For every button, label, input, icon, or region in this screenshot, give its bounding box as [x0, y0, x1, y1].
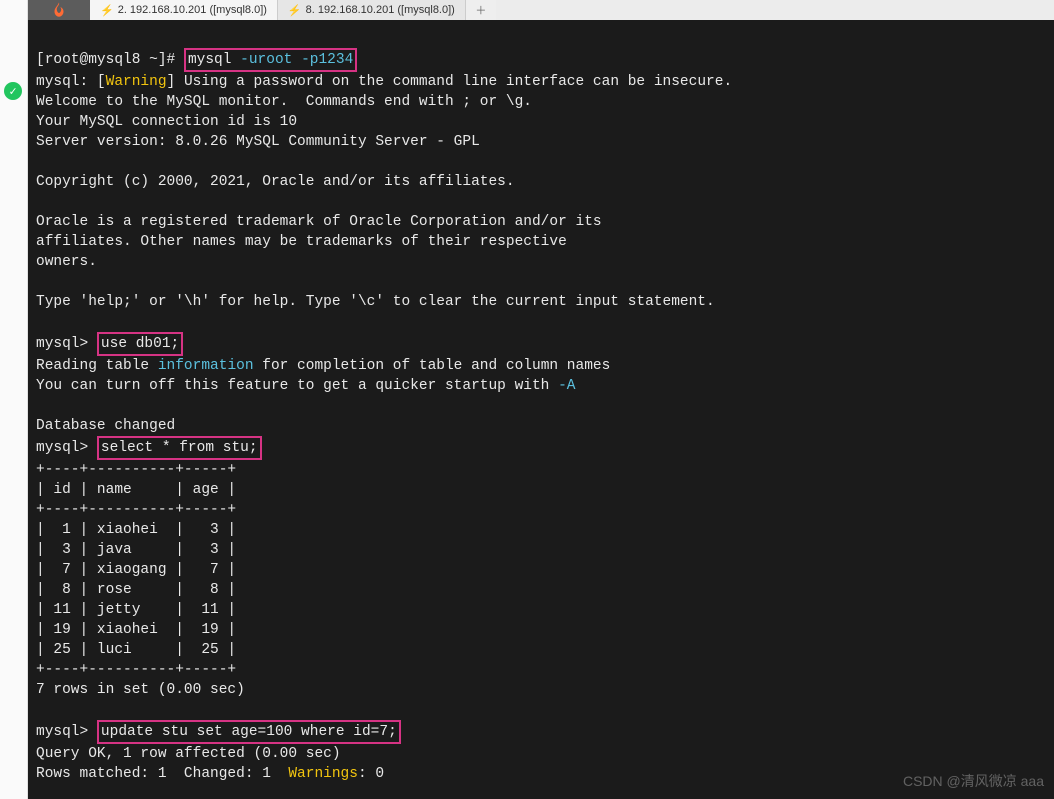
banner-line: affiliates. Other names may be trademark… [36, 234, 567, 250]
highlight-update: update stu set age=100 where id=7; [97, 720, 401, 744]
tab-label: 8. 192.168.10.201 ([mysql8.0]) [306, 4, 455, 16]
table-border: +----+----------+-----+ [36, 502, 236, 518]
tab-session-2[interactable]: ⚡ 2. 192.168.10.201 ([mysql8.0]) [90, 0, 278, 20]
warning-word: Warning [106, 74, 167, 90]
bolt-icon: ⚡ [288, 4, 302, 17]
table-row: | 19 | xiaohei | 19 | [36, 622, 236, 638]
bolt-icon: ⚡ [100, 4, 114, 17]
table-border: +----+----------+-----+ [36, 462, 236, 478]
banner-line: owners. [36, 254, 97, 270]
highlight-login-cmd: mysql -uroot -p1234 [184, 48, 357, 72]
table-footer: 7 rows in set (0.00 sec) [36, 682, 245, 698]
table-row: | 3 | java | 3 | [36, 542, 236, 558]
mysql-prompt: mysql> [36, 724, 97, 740]
db-changed: Database changed [36, 418, 175, 434]
tab-bar: ⚡ 2. 192.168.10.201 ([mysql8.0]) ⚡ 8. 19… [28, 0, 1054, 20]
table-row: | 11 | jetty | 11 | [36, 602, 236, 618]
mysql-prompt: mysql> [36, 336, 97, 352]
left-gutter: ✓ [0, 0, 28, 799]
banner-line: Type 'help;' or '\h' for help. Type '\c'… [36, 294, 715, 310]
highlight-select: select * from stu; [97, 436, 262, 460]
tab-label: 2. 192.168.10.201 ([mysql8.0]) [118, 4, 267, 16]
checkmark-icon: ✓ [4, 82, 22, 100]
table-row: | 25 | luci | 25 | [36, 642, 236, 658]
table-header: | id | name | age | [36, 482, 236, 498]
tab-session-8[interactable]: ⚡ 8. 192.168.10.201 ([mysql8.0]) [278, 0, 466, 20]
table-row: | 1 | xiaohei | 3 | [36, 522, 236, 538]
prompt-root: [root@mysql8 ~]# [36, 52, 184, 68]
banner-line: Server version: 8.0.26 MySQL Community S… [36, 134, 480, 150]
tab-spacer [28, 0, 90, 20]
banner-line: Copyright (c) 2000, 2021, Oracle and/or … [36, 174, 515, 190]
banner-line: Welcome to the MySQL monitor. Commands e… [36, 94, 532, 110]
mysql-prompt: mysql> [36, 440, 97, 456]
banner-line: Oracle is a registered trademark of Orac… [36, 214, 602, 230]
tab-add-button[interactable]: ＋ [466, 0, 496, 20]
banner-line: Your MySQL connection id is 10 [36, 114, 297, 130]
table-row: | 8 | rose | 8 | [36, 582, 236, 598]
highlight-use-db: use db01; [97, 332, 183, 356]
update-result: Query OK, 1 row affected (0.00 sec) [36, 746, 341, 762]
flame-icon [50, 1, 68, 19]
table-row: | 7 | xiaogang | 7 | [36, 562, 236, 578]
table-border: +----+----------+-----+ [36, 662, 236, 678]
terminal[interactable]: [root@mysql8 ~]# mysql -uroot -p1234 mys… [28, 20, 1054, 799]
